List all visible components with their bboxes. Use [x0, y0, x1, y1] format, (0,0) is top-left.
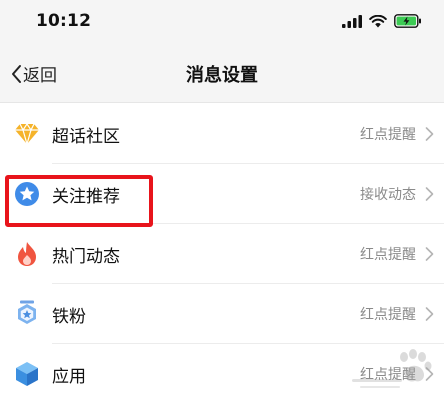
- settings-row-follow-recommend[interactable]: 关注推荐 接收动态: [0, 164, 444, 224]
- battery-charging-icon: [394, 14, 421, 28]
- settings-row-iron-fans[interactable]: 铁粉 红点提醒: [0, 284, 444, 344]
- top-area: 10:12 返回 消息设置: [0, 0, 444, 103]
- medal-icon: [14, 300, 40, 327]
- settings-row-value: 红点提醒: [360, 247, 416, 263]
- settings-row-label: 应用: [52, 366, 86, 387]
- settings-row-label: 热门动态: [52, 246, 120, 267]
- navigation-bar: 返回 消息设置: [0, 50, 444, 96]
- chevron-right-icon: [425, 187, 434, 201]
- chevron-right-icon: [425, 247, 434, 261]
- settings-row-hot-updates[interactable]: 热门动态 红点提醒: [0, 224, 444, 284]
- star-badge-icon: [14, 181, 40, 207]
- page-title: 消息设置: [186, 65, 258, 86]
- diamond-icon: [14, 121, 40, 147]
- settings-row-label: 关注推荐: [52, 186, 120, 207]
- flame-icon: [14, 241, 40, 267]
- settings-row-value: 接收动态: [360, 187, 416, 203]
- chevron-right-icon: [425, 127, 434, 141]
- chevron-right-icon: [425, 307, 434, 321]
- settings-row-value: 红点提醒: [360, 127, 416, 143]
- settings-row-super-topic[interactable]: 超话社区 红点提醒: [0, 104, 444, 164]
- status-time: 10:12: [36, 11, 92, 31]
- status-icons: [342, 14, 422, 28]
- cube-icon: [14, 361, 40, 387]
- watermark-paw-icon: [352, 349, 432, 388]
- status-bar: 10:12: [0, 0, 444, 44]
- cellular-signal-icon: [342, 14, 362, 28]
- settings-row-label: 铁粉: [52, 306, 86, 327]
- wifi-icon: [369, 14, 387, 27]
- settings-row-value: 红点提醒: [360, 307, 416, 323]
- settings-row-label: 超话社区: [52, 126, 120, 147]
